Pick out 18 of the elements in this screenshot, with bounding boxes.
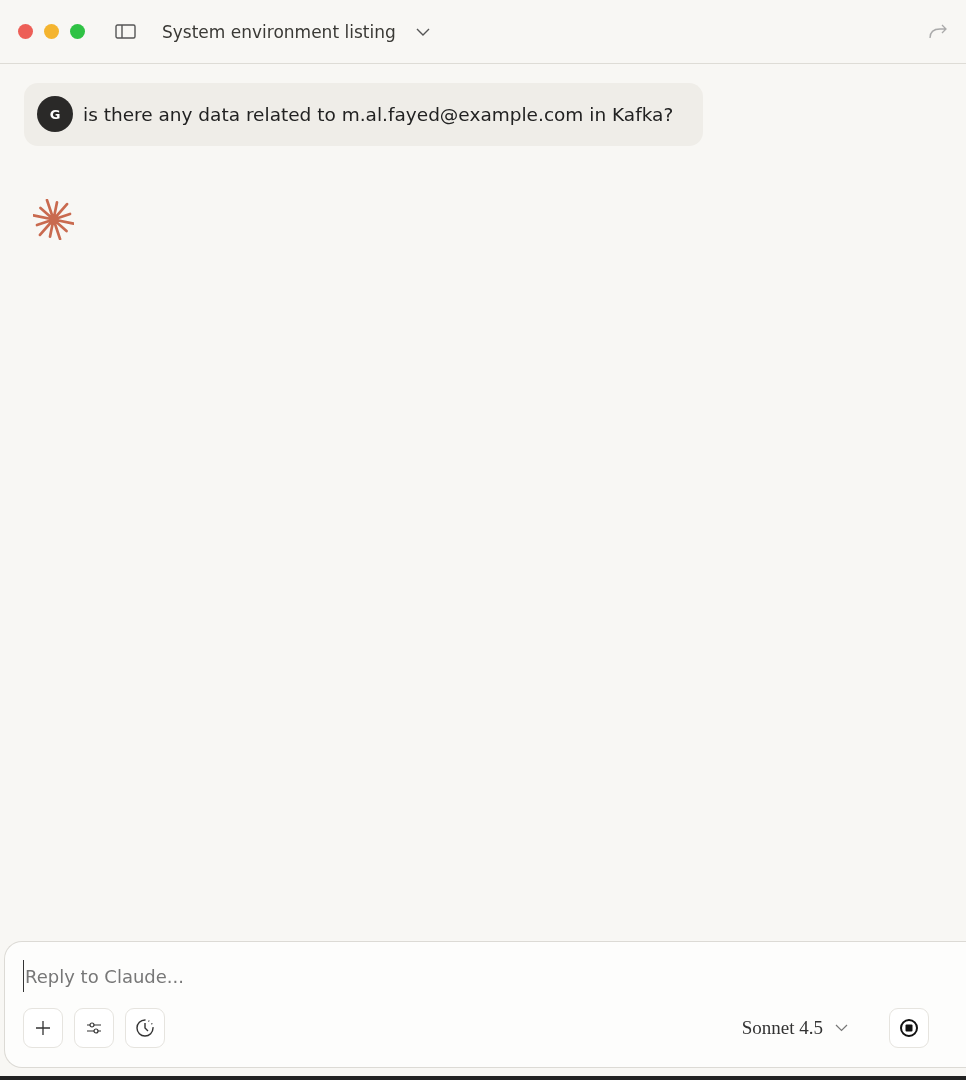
- close-window-button[interactable]: [18, 24, 33, 39]
- user-avatar: G: [37, 96, 73, 132]
- stop-button[interactable]: [889, 1008, 929, 1048]
- conversation-title[interactable]: System environment listing: [162, 21, 396, 42]
- add-button[interactable]: [23, 1008, 63, 1048]
- reply-input-field[interactable]: Reply to Claude...: [23, 960, 948, 992]
- plus-icon: [35, 1020, 51, 1036]
- maximize-window-button[interactable]: [70, 24, 85, 39]
- clock-icon: [135, 1018, 155, 1038]
- history-button[interactable]: [125, 1008, 165, 1048]
- sidebar-toggle-icon[interactable]: [115, 24, 136, 39]
- stop-icon: [899, 1018, 919, 1038]
- chevron-down-icon[interactable]: [415, 27, 430, 36]
- model-selector[interactable]: Sonnet 4.5: [741, 1017, 848, 1039]
- sliders-icon: [86, 1021, 102, 1035]
- chevron-down-icon: [835, 1024, 848, 1032]
- message-text: is there any data related to m.al.fayed@example.com in Kafka?: [83, 103, 674, 125]
- settings-button[interactable]: [74, 1008, 114, 1048]
